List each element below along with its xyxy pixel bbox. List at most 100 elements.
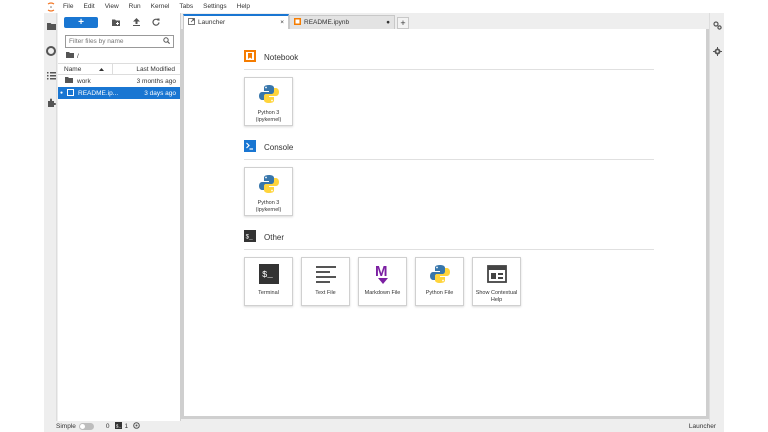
card-terminal[interactable]: $_ Terminal <box>244 257 293 306</box>
card-label: Python 3 (ipykernel) <box>255 110 282 123</box>
add-tab-button[interactable]: + <box>397 17 409 29</box>
right-sidebar <box>709 13 724 421</box>
terminal-count[interactable]: 0 <box>106 423 110 430</box>
table-of-contents-icon[interactable] <box>46 71 56 81</box>
section-divider <box>244 69 654 70</box>
simple-mode-toggle[interactable] <box>78 423 94 430</box>
menu-help[interactable]: Help <box>232 3 255 10</box>
notebook-section-icon <box>244 50 256 64</box>
menu-view[interactable]: View <box>100 3 124 10</box>
card-notebook-python3[interactable]: Python 3 (ipykernel) <box>244 77 293 126</box>
card-console-python3[interactable]: Python 3 (ipykernel) <box>244 167 293 216</box>
breadcrumb-root[interactable]: / <box>77 53 79 60</box>
menu-settings[interactable]: Settings <box>198 3 232 10</box>
running-sessions-icon[interactable] <box>46 46 56 56</box>
simple-mode-label: Simple <box>56 423 76 430</box>
card-python-file[interactable]: Python File <box>415 257 464 306</box>
section-title-other: Other <box>264 232 285 242</box>
file-browser-panel: + / Name <box>58 13 181 421</box>
home-folder-icon[interactable] <box>66 52 74 60</box>
file-name: README.ip... <box>78 89 119 97</box>
card-label: Python File <box>425 290 454 296</box>
file-browser-icon[interactable] <box>46 21 56 31</box>
file-name: work <box>77 77 91 85</box>
left-activity-bar <box>44 13 57 421</box>
refresh-icon[interactable] <box>146 17 166 28</box>
file-row-work[interactable]: work 3 months ago <box>58 75 180 87</box>
file-list-header: Name Last Modified <box>58 63 180 75</box>
file-row-readme[interactable]: ● README.ip... 3 days ago <box>58 87 180 99</box>
tab-readme[interactable]: README.ipynb ● <box>289 15 395 29</box>
terminal-icon: $_ <box>258 263 280 285</box>
section-divider <box>244 249 654 250</box>
launcher-icon <box>188 18 195 27</box>
markdown-icon: M <box>372 263 394 285</box>
extensions-icon[interactable] <box>46 97 56 107</box>
main-dock-area: Launcher × README.ipynb ● + Notebook Pyt… <box>181 13 709 421</box>
file-modified: 3 months ago <box>136 77 176 85</box>
tab-bar: Launcher × README.ipynb ● + <box>181 13 709 29</box>
svg-text:M: M <box>375 263 388 280</box>
section-title-console: Console <box>264 142 294 152</box>
svg-text:$_: $_ <box>246 234 254 241</box>
menu-kernel[interactable]: Kernel <box>146 3 175 10</box>
card-label: Text File <box>315 290 336 296</box>
card-label: Python 3 (ipykernel) <box>255 200 282 213</box>
jupyter-logo-icon <box>44 0 58 13</box>
launcher-panel: Notebook Python 3 (ipykernel) Console Py… <box>181 29 709 419</box>
breadcrumb: / <box>58 50 180 62</box>
contextual-help-icon <box>486 263 508 285</box>
status-bar: Simple 0 $_ 1 Launcher <box>44 421 724 432</box>
column-modified-header[interactable]: Last Modified <box>113 66 180 73</box>
section-title-notebook: Notebook <box>264 52 299 62</box>
console-section-icon <box>244 140 256 154</box>
file-filter-input-box <box>65 35 174 48</box>
other-section-icon: $_ <box>244 230 256 244</box>
file-filter-input[interactable] <box>69 38 159 45</box>
property-inspector-icon[interactable] <box>713 21 722 32</box>
upload-icon[interactable] <box>126 17 146 28</box>
text-file-icon <box>315 263 337 285</box>
menu-run[interactable]: Run <box>124 3 146 10</box>
new-folder-icon[interactable] <box>106 17 126 28</box>
folder-icon <box>65 77 73 85</box>
card-label: Markdown File <box>364 290 401 296</box>
card-text-file[interactable]: Text File <box>301 257 350 306</box>
section-notebook: Notebook <box>244 50 298 64</box>
kernel-count[interactable]: 1 <box>125 423 129 430</box>
search-icon <box>163 37 170 46</box>
status-current-activity: Launcher <box>688 423 716 430</box>
menu-edit[interactable]: Edit <box>78 3 99 10</box>
svg-text:$_: $_ <box>262 270 273 280</box>
section-other: $_ Other <box>244 230 284 244</box>
jupyterlab-window: File Edit View Run Kernel Tabs Settings … <box>44 0 724 432</box>
debugger-icon[interactable] <box>713 47 722 58</box>
python-logo-icon <box>429 263 451 285</box>
card-markdown-file[interactable]: M Markdown File <box>358 257 407 306</box>
close-icon[interactable]: × <box>280 19 284 26</box>
kernel-status-icon <box>133 422 140 431</box>
file-browser-toolbar: + <box>58 13 180 31</box>
menu-tabs[interactable]: Tabs <box>174 3 198 10</box>
card-label: Show Contextual Help <box>475 290 518 303</box>
menu-file[interactable]: File <box>58 3 78 10</box>
running-indicator-icon: ● <box>60 90 64 96</box>
svg-text:$_: $_ <box>115 424 121 430</box>
section-console: Console <box>244 140 293 154</box>
card-label: Terminal <box>258 290 279 296</box>
notebook-icon <box>67 88 75 98</box>
new-launcher-button[interactable]: + <box>64 16 98 28</box>
sort-ascending-icon <box>99 66 104 73</box>
section-divider <box>244 159 654 160</box>
unsaved-dot-icon[interactable]: ● <box>386 19 390 26</box>
column-name-header[interactable]: Name <box>58 64 113 74</box>
notebook-icon <box>294 18 301 27</box>
tab-label: README.ipynb <box>304 19 350 26</box>
menu-bar: File Edit View Run Kernel Tabs Settings … <box>44 0 724 13</box>
card-contextual-help[interactable]: Show Contextual Help <box>472 257 521 306</box>
tab-launcher[interactable]: Launcher × <box>183 14 289 29</box>
python-logo-icon <box>258 173 280 195</box>
file-modified: 3 days ago <box>144 89 176 97</box>
python-logo-icon <box>258 83 280 105</box>
tab-label: Launcher <box>198 19 226 26</box>
